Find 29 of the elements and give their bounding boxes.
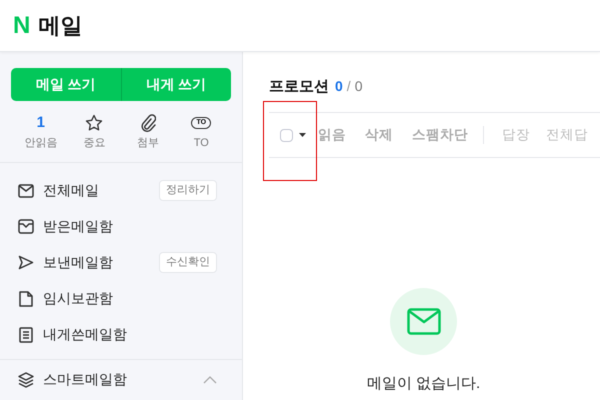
quick-filter[interactable]: 첨부 — [126, 114, 170, 152]
quick-filter[interactable]: 1 안읽음 — [18, 114, 63, 152]
folder-label: 임시보관함 — [43, 289, 114, 308]
folder-item[interactable]: 내게쓴메일함 — [0, 316, 242, 353]
toolbar-action[interactable]: 읽음 — [318, 124, 346, 146]
toolbar-action[interactable]: 삭제 — [365, 124, 393, 146]
folder-action-button[interactable]: 정리하기 — [159, 180, 217, 201]
total-count: 0 — [354, 77, 362, 96]
folder-label: 보낸메일함 — [43, 253, 114, 272]
separator: / — [346, 77, 351, 96]
toolbar-action[interactable]: 스팸차단 — [412, 124, 468, 146]
quick-filter[interactable]: 중요 — [72, 114, 116, 152]
folder-item[interactable]: 임시보관함 — [0, 280, 242, 317]
folder-item[interactable]: 전체메일 정리하기 — [0, 172, 242, 209]
folder-title: 프로모션 — [269, 77, 329, 97]
folder-action-button[interactable]: 수신확인 — [159, 252, 217, 273]
folder-item[interactable]: 받은메일함 — [0, 208, 242, 245]
folder-label: 스마트메일함 — [43, 370, 128, 390]
folder-label: 전체메일 — [43, 181, 100, 200]
compose-button[interactable]: 내게 쓰기 — [120, 68, 231, 102]
unread-count: 0 — [335, 77, 343, 96]
folder-label: 내게쓴메일함 — [43, 325, 128, 344]
empty-message: 메일이 없습니다. — [366, 374, 480, 394]
folder-label: 받은메일함 — [43, 217, 114, 236]
unread-count: 1 — [36, 114, 45, 132]
app-title: 메일 — [38, 12, 82, 40]
folder-item[interactable]: 보낸메일함 수신확인 — [0, 244, 242, 281]
logo[interactable]: N — [13, 14, 30, 38]
compose-button[interactable]: 메일 쓰기 — [11, 68, 120, 102]
